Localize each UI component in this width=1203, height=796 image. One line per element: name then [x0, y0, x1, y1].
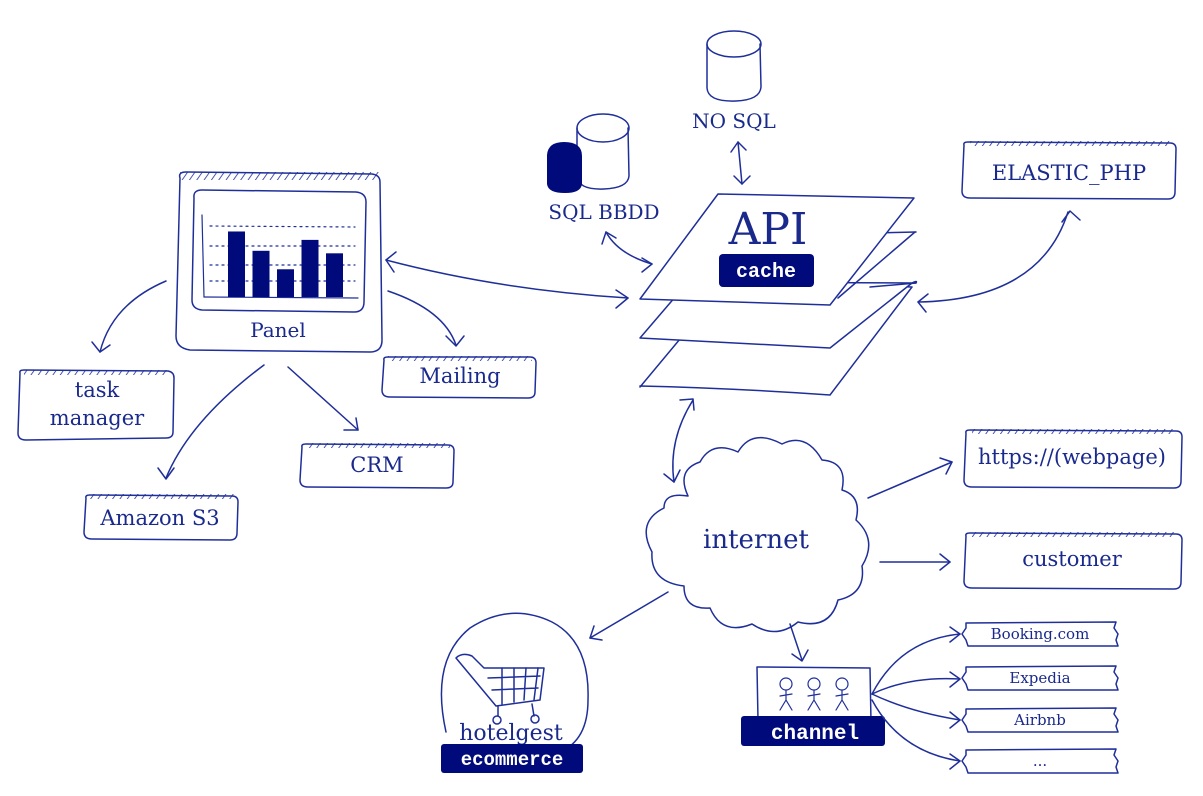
arrow-panel-task-manager [99, 280, 167, 353]
task-manager-label-line2: manager [50, 406, 145, 430]
internet-node[interactable]: internet [645, 436, 870, 633]
arrowhead [663, 469, 681, 483]
ota-item[interactable]: Airbnb [961, 707, 1119, 733]
task-manager-label-line1: task [75, 378, 120, 402]
mini-chart-bar [301, 239, 319, 297]
ota-label: ... [1033, 752, 1047, 770]
api-node[interactable]: API cache [639, 193, 918, 396]
panel-node[interactable]: Panel [175, 171, 383, 353]
api-title: API [728, 204, 808, 255]
database-icon [706, 30, 762, 102]
task-manager-node[interactable]: task manager [17, 369, 175, 441]
mini-chart-bar [326, 253, 343, 297]
arrow-channel-ota [871, 699, 961, 762]
box-hatch [388, 356, 532, 361]
box-hatch [24, 370, 168, 375]
nosql-node[interactable]: NO SQL [692, 30, 776, 133]
arrowhead [949, 753, 961, 770]
box-hatch [972, 532, 1176, 537]
arrow-internet-ecommerce [589, 591, 669, 639]
customer-node[interactable]: customer [963, 532, 1183, 590]
webpage-node[interactable]: https://(webpage) [963, 429, 1183, 489]
box-hatch [972, 429, 1176, 434]
amazon-s3-label: Amazon S3 [99, 506, 219, 530]
ota-label: Expedia [1009, 669, 1070, 687]
panel-hatch [180, 172, 380, 180]
ecommerce-node[interactable]: hotelgest ecommerce [440, 612, 589, 773]
amazon-s3-node[interactable]: Amazon S3 [83, 494, 239, 541]
ecommerce-badge-label: ecommerce [461, 749, 564, 771]
arrow-panel-crm [287, 366, 359, 431]
mini-chart-x-axis [203, 296, 359, 299]
elastic-php-node[interactable]: ELASTIC_PHP [961, 141, 1177, 200]
arrowhead [917, 293, 929, 313]
arrow-channel-ota [871, 677, 961, 695]
elastic-php-label: ELASTIC_PHP [992, 161, 1146, 185]
ota-item[interactable]: Expedia [961, 665, 1119, 691]
arrow-channel-ota [871, 633, 961, 695]
arrowhead [641, 257, 653, 273]
ota-label: Booking.com [991, 625, 1090, 643]
box-hatch [970, 141, 1170, 146]
mailing-node[interactable]: Mailing [381, 356, 537, 399]
channel-badge-label: channel [771, 723, 859, 746]
crm-node[interactable]: CRM [299, 443, 455, 489]
mini-chart-y-axis [201, 214, 205, 298]
panel-mini-chart [201, 214, 359, 299]
architecture-diagram: Panel task manager Mailing CRM Amazon S3… [17, 30, 1183, 774]
panel-label: Panel [250, 318, 306, 342]
mailing-label: Mailing [419, 364, 500, 388]
mini-chart-bar [277, 269, 294, 297]
channel-node[interactable]: channel [741, 666, 885, 746]
internet-label: internet [703, 525, 809, 555]
shopping-cart-icon [455, 653, 545, 725]
arrow-elastic-api [917, 211, 1069, 303]
arrow-internet-webpage [867, 461, 953, 499]
crm-label: CRM [350, 453, 403, 477]
ota-label: Airbnb [1013, 711, 1066, 729]
arrow-nosql-api [737, 141, 743, 185]
arrow-panel-amazon-s3 [165, 364, 265, 479]
cache-badge-label: cache [736, 261, 796, 284]
webpage-label: https://(webpage) [978, 445, 1166, 469]
arrowhead [589, 625, 603, 641]
box-hatch [90, 494, 234, 499]
arrow-panel-api [385, 259, 629, 299]
box-hatch [306, 443, 450, 448]
ota-list: Booking.com Expedia Airbnb... [961, 621, 1119, 774]
customer-label: customer [1022, 547, 1122, 571]
arrowhead [615, 289, 629, 309]
arrow-channel-ota [871, 693, 961, 721]
sql-label: SQL BBDD [548, 200, 659, 224]
hotelgest-label: hotelgest [459, 721, 563, 746]
people-icon [779, 677, 849, 711]
mini-chart-gridline [209, 225, 356, 228]
sql-node[interactable]: SQL BBDD [547, 113, 660, 224]
arrow-panel-mailing [387, 290, 457, 346]
database-icon [547, 113, 630, 193]
ota-item[interactable]: Booking.com [961, 621, 1119, 647]
mini-chart-bar [228, 231, 245, 297]
nosql-label: NO SQL [692, 109, 776, 133]
ota-item[interactable]: ... [961, 748, 1119, 774]
mini-chart-bar [252, 250, 270, 297]
